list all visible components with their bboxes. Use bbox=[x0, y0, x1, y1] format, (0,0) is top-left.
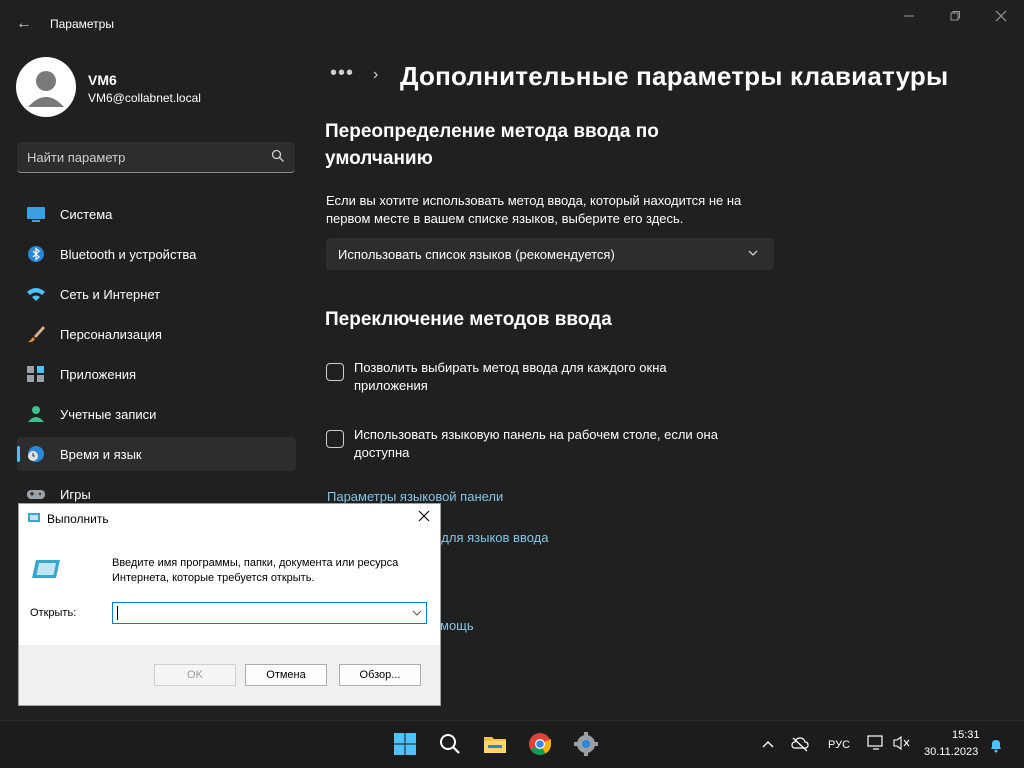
checkbox-label-line: Позволить выбирать метод ввода для каждо… bbox=[354, 360, 667, 375]
cloud-offline-icon[interactable] bbox=[791, 736, 809, 752]
user-email: VM6@collabnet.local bbox=[88, 91, 201, 105]
run-dialog-body bbox=[19, 532, 440, 645]
breadcrumb-chevron-icon: › bbox=[373, 66, 379, 83]
ok-button[interactable]: OK bbox=[154, 664, 236, 686]
user-avatar-icon bbox=[28, 71, 64, 107]
run-app-icon bbox=[28, 513, 40, 522]
description-line: Введите имя программы, папки, документа … bbox=[112, 557, 399, 569]
notification-bell-icon[interactable] bbox=[988, 737, 1004, 753]
run-dialog: Выполнить Введите имя программы, папки, … bbox=[18, 503, 441, 706]
sidebar-item-network[interactable]: Сеть и Интернет bbox=[17, 277, 296, 311]
breadcrumb-more-button[interactable]: ••• bbox=[330, 62, 354, 85]
sidebar-item-label: Игры bbox=[60, 487, 91, 502]
override-section-title: Переопределение метода ввода по умолчани… bbox=[325, 118, 659, 172]
search-placeholder: Найти параметр bbox=[27, 150, 126, 165]
display-icon[interactable] bbox=[867, 735, 885, 751]
per-app-input-label: Позволить выбирать метод ввода для каждо… bbox=[354, 359, 667, 395]
sidebar-item-label: Bluetooth и устройства bbox=[60, 247, 197, 262]
run-dialog-titlebar: Выполнить bbox=[19, 504, 440, 532]
bluetooth-icon bbox=[28, 246, 44, 262]
section-title-line: умолчанию bbox=[325, 148, 433, 169]
chrome-icon[interactable] bbox=[527, 731, 553, 757]
sidebar-item-label: Сеть и Интернет bbox=[60, 287, 161, 302]
description-line: первом месте в вашем списке языков, выбе… bbox=[326, 211, 684, 226]
taskbar: РУС 15:31 30.11.2023 bbox=[0, 720, 1024, 768]
checkbox-label-line: доступна bbox=[354, 445, 410, 460]
avatar[interactable] bbox=[16, 57, 76, 117]
windows-start-icon[interactable] bbox=[392, 731, 418, 757]
active-indicator bbox=[17, 446, 20, 462]
close-button[interactable] bbox=[981, 8, 1021, 28]
accounts-icon bbox=[28, 406, 44, 422]
back-button[interactable]: ← bbox=[12, 12, 36, 36]
user-name: VM6 bbox=[88, 72, 117, 88]
sidebar-item-time-language[interactable]: Время и язык bbox=[17, 437, 296, 471]
settings-icon[interactable] bbox=[573, 731, 599, 757]
per-app-input-checkbox[interactable] bbox=[326, 363, 344, 381]
run-open-label: Открыть: bbox=[30, 607, 77, 619]
wifi-icon bbox=[27, 288, 45, 301]
minimize-icon bbox=[904, 15, 914, 17]
run-command-input[interactable] bbox=[112, 602, 427, 624]
time-language-icon bbox=[28, 446, 44, 462]
text-cursor bbox=[117, 606, 118, 620]
sidebar-item-label: Система bbox=[60, 207, 113, 222]
run-description: Введите имя программы, папки, документа … bbox=[112, 556, 432, 586]
chevron-down-icon bbox=[748, 250, 758, 256]
run-dialog-title: Выполнить bbox=[47, 512, 109, 526]
language-bar-checkbox[interactable] bbox=[326, 430, 344, 448]
close-icon bbox=[995, 10, 1007, 22]
minimize-button[interactable] bbox=[889, 8, 929, 28]
switching-section-title: Переключение методов ввода bbox=[325, 309, 612, 330]
clock-date[interactable]: 30.11.2023 bbox=[924, 746, 978, 758]
search-icon bbox=[271, 149, 284, 162]
sidebar-item-personalization[interactable]: Персонализация bbox=[17, 317, 296, 351]
maximize-icon bbox=[950, 11, 960, 21]
override-description: Если вы хотите использовать метод ввода,… bbox=[326, 192, 741, 228]
language-bar-options-link[interactable]: Параметры языковой панели bbox=[327, 489, 503, 504]
dropdown-value: Использовать список языков (рекомендуетс… bbox=[338, 247, 615, 262]
run-icon bbox=[32, 560, 60, 578]
sidebar-item-bluetooth[interactable]: Bluetooth и устройства bbox=[17, 237, 296, 271]
sidebar-item-label: Персонализация bbox=[60, 327, 162, 342]
brush-icon bbox=[28, 326, 45, 343]
checkbox-label-line: приложения bbox=[354, 378, 428, 393]
chevron-up-icon[interactable] bbox=[761, 738, 775, 750]
cancel-button[interactable]: Отмена bbox=[245, 664, 327, 686]
input-method-dropdown[interactable]: Использовать список языков (рекомендуетс… bbox=[326, 238, 774, 270]
get-help-link[interactable]: мощь bbox=[440, 618, 474, 633]
clock-time[interactable]: 15:31 bbox=[952, 729, 980, 741]
checkbox-label-line: Использовать языковую панель на рабочем … bbox=[354, 427, 718, 442]
input-language-indicator[interactable]: РУС bbox=[828, 739, 850, 751]
sidebar-item-system[interactable]: Система bbox=[17, 197, 296, 231]
system-icon bbox=[27, 207, 45, 222]
sidebar-item-label: Учетные записи bbox=[60, 407, 157, 422]
close-icon bbox=[418, 510, 430, 522]
apps-icon bbox=[27, 366, 44, 382]
volume-muted-icon[interactable] bbox=[893, 735, 911, 751]
sidebar-item-label: Время и язык bbox=[60, 447, 142, 462]
description-line: Интернета, которые требуется открыть. bbox=[112, 572, 315, 584]
page-title: Дополнительные параметры клавиатуры bbox=[400, 61, 949, 91]
sidebar-item-accounts[interactable]: Учетные записи bbox=[17, 397, 296, 431]
gamepad-icon bbox=[27, 490, 45, 499]
browse-button[interactable]: Обзор... bbox=[339, 664, 421, 686]
search-icon[interactable] bbox=[437, 731, 463, 757]
run-close-button[interactable] bbox=[412, 507, 436, 529]
maximize-button[interactable] bbox=[935, 8, 975, 28]
sidebar-item-label: Приложения bbox=[60, 367, 137, 382]
file-explorer-icon[interactable] bbox=[482, 731, 508, 757]
description-line: Если вы хотите использовать метод ввода,… bbox=[326, 193, 742, 208]
language-bar-label: Использовать языковую панель на рабочем … bbox=[354, 426, 718, 462]
search-input[interactable]: Найти параметр bbox=[17, 142, 295, 173]
app-title: Параметры bbox=[50, 17, 114, 31]
sidebar-item-apps[interactable]: Приложения bbox=[17, 357, 296, 391]
chevron-down-icon[interactable] bbox=[412, 608, 422, 618]
section-title-line: Переопределение метода ввода по bbox=[325, 121, 659, 142]
